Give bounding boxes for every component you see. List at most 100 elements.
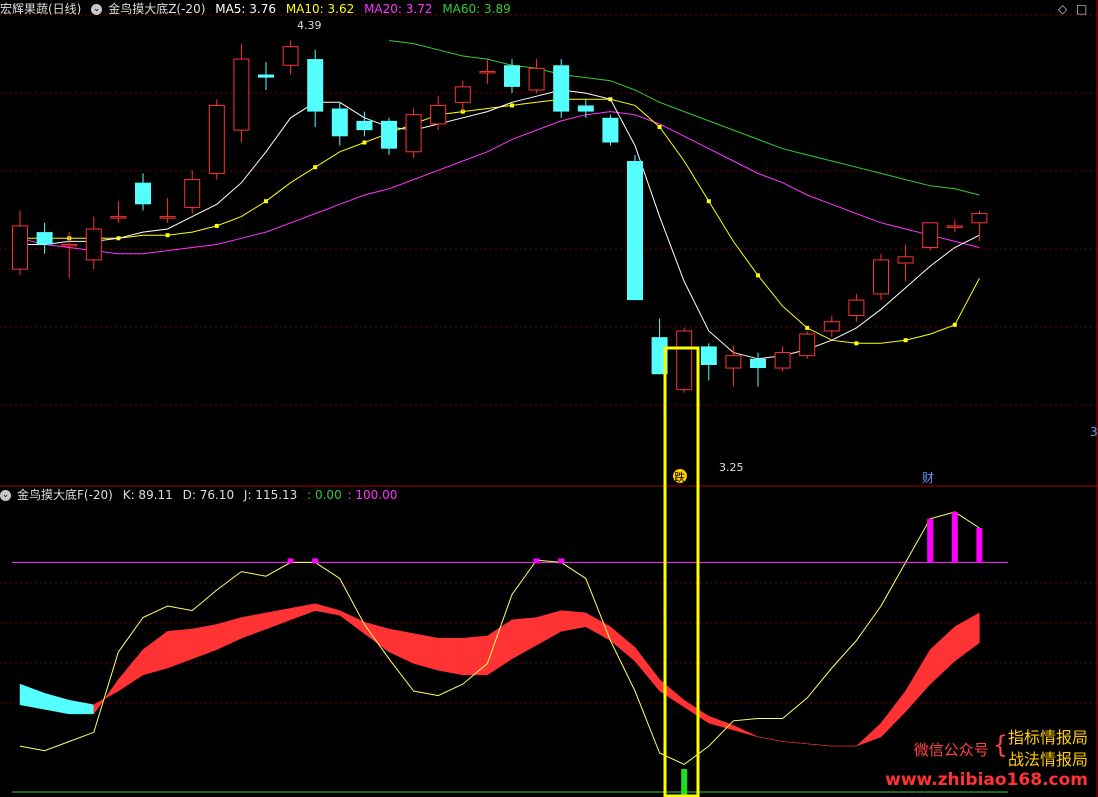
candle-body-down: [504, 65, 520, 87]
kdj-band-up: [413, 633, 439, 671]
sub-header: ⌄ 金鸟摸大底F(-20) K: 89.11 D: 76.10 J: 115.13…: [0, 486, 403, 504]
watermark-bottom-text: 战法情报局: [1007, 750, 1088, 769]
ma10-line-marker: [313, 165, 318, 170]
candle-body-up: [922, 222, 939, 249]
kdj-band-up: [142, 630, 168, 676]
candle-body-up: [405, 114, 422, 153]
kdj-band-up: [807, 743, 832, 747]
candle-body-up: [61, 243, 78, 247]
kdj-band-up: [462, 635, 488, 676]
ma10-line-marker: [903, 338, 908, 343]
candle-body-down: [627, 161, 643, 301]
candle-body-down: [602, 117, 619, 143]
candle-body-up: [85, 228, 102, 261]
candle-body-up: [12, 225, 28, 270]
kdj-band-up: [216, 617, 242, 650]
candle-body-down: [577, 105, 594, 112]
candle-body-up: [897, 256, 914, 264]
settings-gear-icon[interactable]: ⌄: [91, 4, 103, 15]
ma20-line: [19, 111, 980, 255]
candle-body-up: [430, 104, 447, 125]
candle-body-up: [110, 216, 127, 219]
kdj-band-up: [880, 690, 906, 738]
candle-body-up: [282, 46, 299, 66]
sub-indicator-name[interactable]: 金鸟摸大底F(-20): [17, 488, 113, 502]
kdj-band-up: [93, 678, 119, 715]
ma60-value: MA60: 3.89: [442, 2, 511, 16]
ma10-line-marker: [854, 341, 859, 346]
j-over-bar: [951, 511, 958, 563]
ma10-line-marker: [165, 233, 170, 238]
maximize-icon[interactable]: □: [1076, 2, 1087, 16]
candle-body-up: [208, 104, 225, 174]
candle-body-down: [307, 59, 324, 112]
j-over-marker: [558, 558, 565, 564]
sub-settings-gear-icon[interactable]: ⌄: [0, 490, 11, 501]
d-value: D: 76.10: [182, 488, 235, 502]
j-over-bar: [976, 527, 983, 563]
ma10-line-marker: [264, 199, 268, 204]
ma10-line-marker: [657, 125, 662, 130]
high-price-label: 4.39: [297, 19, 322, 32]
kline-chart[interactable]: 4.39 3.25 跌 财 3: [0, 0, 1098, 797]
zero-value: : 0.00: [307, 488, 342, 502]
kdj-band-down: [19, 683, 45, 710]
candle-body-up: [873, 259, 889, 295]
candle-body-up: [946, 225, 963, 228]
j-over-bar: [902, 562, 909, 563]
indicator-pane: [12, 511, 1008, 797]
candle-body-up: [454, 86, 471, 103]
candle-body-up: [799, 333, 816, 357]
die-badge-label: 跌: [674, 470, 685, 484]
watermark-top: 微信公众号 {指标情报局: [914, 721, 1088, 759]
ma10-line-marker: [214, 223, 219, 228]
low-price-label: 3.25: [719, 461, 744, 474]
ma10-line-marker: [756, 273, 760, 278]
kdj-band-up: [265, 607, 291, 630]
ma10-line-marker: [952, 322, 957, 327]
candle-body-down: [700, 346, 717, 365]
hundred-value: : 100.00: [347, 488, 398, 502]
candle-body-up: [184, 179, 201, 208]
kdj-band-up: [339, 610, 365, 635]
candle-body-down: [381, 120, 397, 149]
highlight-box: [663, 346, 700, 797]
kdj-band-up: [856, 722, 882, 747]
candle-body-down: [553, 65, 570, 112]
kdj-band-up: [560, 610, 587, 632]
kdj-band-up: [118, 648, 144, 692]
ma20-value: MA20: 3.72: [364, 2, 433, 16]
kdj-band-down: [68, 699, 95, 715]
kdj-band-up: [757, 736, 783, 742]
kdj-band-down: [44, 692, 70, 715]
candle-body-up: [528, 67, 545, 91]
j-over-marker: [287, 558, 294, 564]
ma10-line-marker: [510, 103, 514, 108]
candle-body-up: [848, 299, 865, 317]
candle-body-down: [135, 182, 151, 205]
ma10-line-marker: [362, 140, 367, 145]
watermark-brace-text: 微信公众号: [913, 741, 989, 759]
candle-body-down: [331, 108, 348, 137]
kdj-band-up: [708, 715, 734, 731]
j-over-marker: [533, 558, 540, 564]
indicator-name[interactable]: 金鸟摸大底Z(-20): [108, 2, 205, 16]
candle-body-up: [233, 58, 250, 131]
candle-body-up: [725, 355, 742, 369]
ma10-line-marker: [805, 325, 810, 330]
kdj-band-up: [954, 612, 980, 662]
restore-icon[interactable]: ◇: [1058, 2, 1067, 16]
candle-body-up: [159, 216, 176, 219]
ma5-line: [20, 89, 980, 360]
candle-body-down: [36, 232, 53, 245]
cai-badge-label: 财: [922, 471, 934, 485]
kdj-band-up: [733, 725, 759, 738]
kdj-band-up: [511, 617, 537, 660]
candle-body-down: [356, 120, 373, 131]
kdj-band-up: [782, 741, 808, 745]
kdj-band-up: [314, 603, 341, 616]
watermark-bottom: 战法情报局: [1008, 746, 1088, 770]
kdj-band-up: [905, 648, 931, 713]
candle-body-up: [774, 352, 791, 369]
j-over-marker: [312, 558, 319, 564]
